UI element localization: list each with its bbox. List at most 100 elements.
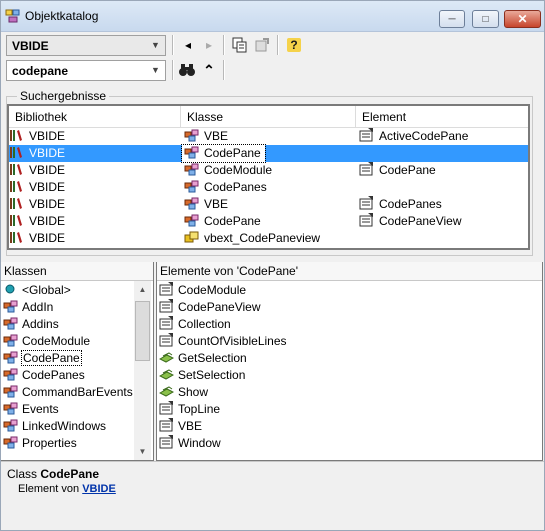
back-button[interactable]: ◂ bbox=[178, 35, 198, 55]
member-list-item[interactable]: SetSelection bbox=[159, 367, 245, 384]
class-list-item[interactable]: Addins bbox=[3, 316, 59, 333]
method-icon bbox=[159, 352, 174, 363]
class-item-label: Addins bbox=[22, 317, 59, 331]
class-item-label: <Global> bbox=[22, 283, 71, 297]
result-library-label: VBIDE bbox=[29, 146, 66, 160]
classes-list[interactable]: Klassen <Global> AddIn Addins CodeModule Cod… bbox=[1, 262, 154, 461]
toolbar-separator bbox=[172, 35, 174, 55]
member-item-label: CodePaneView bbox=[178, 300, 261, 314]
binoculars-icon bbox=[179, 64, 195, 76]
result-class-label: VBE bbox=[204, 197, 229, 211]
result-element-label: CodePane bbox=[379, 163, 436, 177]
property-icon bbox=[159, 316, 173, 330]
search-result-row[interactable]: VBIDE vbext_CodePaneview bbox=[9, 230, 528, 247]
result-library-label: VBIDE bbox=[29, 231, 66, 245]
close-button[interactable]: ✕ bbox=[504, 10, 541, 28]
help-button[interactable]: ? bbox=[284, 35, 304, 55]
toolbar-separator bbox=[223, 35, 225, 55]
details-member-of-label: Element von bbox=[18, 483, 80, 495]
chevron-down-icon[interactable]: ▼ bbox=[149, 38, 162, 53]
member-list-item[interactable]: CodePaneView bbox=[159, 299, 261, 316]
property-icon bbox=[159, 282, 173, 296]
search-button[interactable] bbox=[177, 60, 197, 80]
search-result-row[interactable]: VBIDE CodePanes bbox=[9, 179, 528, 196]
search-result-row[interactable]: VBIDE CodePane CodePaneView bbox=[9, 213, 528, 230]
class-list-item[interactable]: CodePane bbox=[3, 350, 82, 367]
member-list-item[interactable]: Window bbox=[159, 435, 221, 452]
search-result-row[interactable]: VBIDE CodeModule CodePane bbox=[9, 162, 528, 179]
result-element-label: CodePanes bbox=[379, 197, 442, 211]
member-item-label: SetSelection bbox=[178, 368, 246, 382]
library-link[interactable]: VBIDE bbox=[82, 483, 116, 495]
class-list-item[interactable]: Properties bbox=[3, 435, 77, 452]
result-class-cell: CodeModule bbox=[184, 162, 272, 179]
column-header-library[interactable]: Bibliothek bbox=[9, 106, 181, 128]
class-list-item[interactable]: CodePanes bbox=[3, 367, 85, 384]
member-list-item[interactable]: VBE bbox=[159, 418, 202, 435]
library-select[interactable]: VBIDE ▼ bbox=[6, 35, 166, 56]
member-item-label: Collection bbox=[178, 317, 231, 331]
copy-button[interactable] bbox=[230, 35, 250, 55]
class-list-item[interactable]: AddIn bbox=[3, 299, 53, 316]
close-icon: ✕ bbox=[517, 12, 528, 26]
class-item-label: CommandBarEvents bbox=[22, 385, 133, 399]
global-icon bbox=[5, 284, 15, 294]
scroll-up-icon[interactable]: ▲ bbox=[134, 281, 151, 298]
members-header: Elemente von 'CodePane' bbox=[157, 262, 542, 281]
member-list-item[interactable]: CodeModule bbox=[159, 282, 246, 299]
column-header-element-label: Element bbox=[362, 110, 407, 124]
minimize-button[interactable]: ─ bbox=[439, 10, 465, 28]
scroll-thumb[interactable] bbox=[135, 301, 150, 361]
arrow-left-icon: ◂ bbox=[184, 38, 192, 52]
class-list-item[interactable]: CommandBarEvents bbox=[3, 384, 133, 401]
class-list-item[interactable]: CodeModule bbox=[3, 333, 90, 350]
result-class-label: CodePane bbox=[204, 146, 261, 160]
members-list[interactable]: Elemente von 'CodePane' CodeModule CodePa… bbox=[156, 262, 543, 461]
member-item-label: Show bbox=[178, 385, 209, 399]
chevron-down-icon[interactable]: ▼ bbox=[149, 63, 162, 78]
member-list-item[interactable]: Show bbox=[159, 384, 208, 401]
result-element-cell: CodePanes bbox=[359, 196, 442, 213]
class-icon bbox=[3, 351, 18, 364]
result-library-label: VBIDE bbox=[29, 214, 66, 228]
member-list-item[interactable]: GetSelection bbox=[159, 350, 247, 367]
member-list-item[interactable]: CountOfVisibleLines bbox=[159, 333, 287, 350]
result-library-cell: VBIDE bbox=[9, 128, 65, 145]
member-list-item[interactable]: Collection bbox=[159, 316, 231, 333]
class-list-item[interactable]: Events bbox=[3, 401, 59, 418]
minimize-icon: ─ bbox=[448, 13, 456, 25]
class-icon bbox=[3, 385, 18, 398]
member-item-label: CodeModule bbox=[178, 283, 247, 297]
search-input-value: codepane bbox=[12, 64, 69, 78]
result-class-label: CodePanes bbox=[204, 180, 267, 194]
view-definition-icon bbox=[255, 38, 269, 52]
scroll-down-icon[interactable]: ▼ bbox=[134, 443, 151, 460]
classes-scrollbar[interactable]: ▲ ▼ bbox=[134, 281, 151, 460]
column-header-element[interactable]: Element bbox=[356, 106, 528, 128]
view-definition-button[interactable] bbox=[252, 35, 272, 55]
title-bar[interactable]: Objektkatalog ─ □ ✕ bbox=[1, 1, 544, 32]
search-result-row[interactable]: VBIDE VBE CodePanes bbox=[9, 196, 528, 213]
details-name: CodePane bbox=[40, 467, 100, 481]
member-list-item[interactable]: TopLine bbox=[159, 401, 220, 418]
search-result-row[interactable]: VBIDE CodePane bbox=[9, 144, 528, 163]
class-item-label: CodePane bbox=[21, 350, 82, 366]
property-icon bbox=[159, 418, 173, 432]
class-icon bbox=[3, 402, 18, 415]
result-element-label: CodePaneView bbox=[379, 214, 462, 228]
search-results-list[interactable]: Bibliothek Klasse Element VBIDE VBE Active… bbox=[7, 104, 530, 250]
column-header-class[interactable]: Klasse bbox=[181, 106, 356, 128]
result-element-cell: ActiveCodePane bbox=[359, 128, 468, 145]
arrow-right-icon: ▸ bbox=[205, 38, 213, 52]
library-icon bbox=[10, 164, 22, 175]
hide-results-button[interactable]: ⌃ bbox=[199, 60, 219, 80]
class-list-item[interactable]: LinkedWindows bbox=[3, 418, 106, 435]
class-icon bbox=[184, 146, 199, 159]
class-list-item[interactable]: <Global> bbox=[3, 282, 71, 299]
result-library-cell: VBIDE bbox=[9, 230, 65, 247]
maximize-icon: □ bbox=[482, 13, 489, 25]
forward-button[interactable]: ▸ bbox=[199, 35, 219, 55]
maximize-button[interactable]: □ bbox=[472, 10, 499, 28]
search-input[interactable]: codepane ▼ bbox=[6, 60, 166, 81]
search-result-row[interactable]: VBIDE VBE ActiveCodePane bbox=[9, 128, 528, 145]
